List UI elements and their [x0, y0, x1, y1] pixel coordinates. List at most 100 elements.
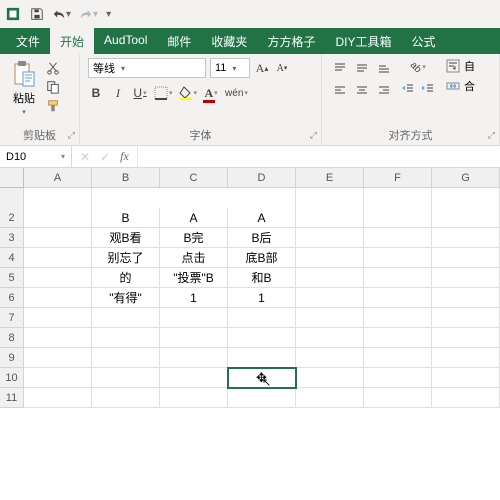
cell[interactable]: B: [92, 208, 160, 228]
col-header[interactable]: F: [364, 168, 432, 188]
cell[interactable]: [24, 368, 92, 388]
cell[interactable]: [432, 288, 500, 308]
cell[interactable]: [432, 268, 500, 288]
underline-button[interactable]: U▾: [132, 84, 148, 102]
cell[interactable]: [160, 348, 228, 368]
cell[interactable]: [296, 288, 364, 308]
row-header[interactable]: 6: [0, 288, 24, 308]
cell[interactable]: 底B部: [228, 248, 296, 268]
cell[interactable]: 的: [92, 268, 160, 288]
decrease-indent-icon[interactable]: [400, 80, 416, 98]
cell[interactable]: [296, 208, 364, 228]
wrap-text-button[interactable]: 自: [446, 58, 475, 74]
font-name-combo[interactable]: 等线▾: [88, 58, 206, 78]
cell[interactable]: [24, 388, 92, 408]
cell[interactable]: [432, 248, 500, 268]
cell[interactable]: 点击: [160, 248, 228, 268]
orientation-icon[interactable]: ab▾: [400, 58, 436, 76]
cell[interactable]: [296, 228, 364, 248]
merge-cells-button[interactable]: 合: [446, 78, 475, 94]
align-top-icon[interactable]: [330, 58, 350, 78]
bold-button[interactable]: B: [88, 84, 104, 102]
row-header[interactable]: 5: [0, 268, 24, 288]
cell[interactable]: [364, 228, 432, 248]
row-header[interactable]: 8: [0, 328, 24, 348]
save-icon[interactable]: [30, 7, 44, 21]
cell[interactable]: [364, 248, 432, 268]
row-header[interactable]: 10: [0, 368, 24, 388]
select-all-corner[interactable]: [0, 168, 24, 188]
cell[interactable]: [92, 348, 160, 368]
phonetic-icon[interactable]: wén▾: [225, 84, 248, 102]
decrease-font-icon[interactable]: A▾: [274, 59, 290, 77]
undo-icon[interactable]: ▾: [52, 8, 71, 20]
cell[interactable]: [364, 388, 432, 408]
cell[interactable]: [24, 228, 92, 248]
cell[interactable]: [364, 368, 432, 388]
italic-button[interactable]: I: [110, 84, 126, 102]
cell[interactable]: [228, 308, 296, 328]
cut-icon[interactable]: [44, 60, 62, 76]
cell[interactable]: [160, 308, 228, 328]
copy-icon[interactable]: [44, 79, 62, 95]
col-header[interactable]: G: [432, 168, 500, 188]
row-header[interactable]: 11: [0, 388, 24, 408]
increase-indent-icon[interactable]: [420, 80, 436, 98]
cell[interactable]: [296, 368, 364, 388]
col-header[interactable]: A: [24, 168, 92, 188]
col-header[interactable]: D: [228, 168, 296, 188]
cell[interactable]: [432, 208, 500, 228]
cell[interactable]: [228, 328, 296, 348]
cell[interactable]: [296, 328, 364, 348]
cell[interactable]: [432, 328, 500, 348]
cell[interactable]: [24, 248, 92, 268]
align-center-icon[interactable]: [352, 80, 372, 100]
cell[interactable]: [364, 348, 432, 368]
tab-diy[interactable]: DIY工具箱: [325, 28, 401, 54]
cell[interactable]: [24, 328, 92, 348]
cell[interactable]: [228, 388, 296, 408]
fill-color-icon[interactable]: ▾: [179, 84, 198, 102]
cell[interactable]: [92, 308, 160, 328]
cell[interactable]: [364, 328, 432, 348]
dialog-launcher-icon[interactable]: ⤢: [68, 130, 75, 141]
cell[interactable]: [160, 368, 228, 388]
cell[interactable]: [296, 268, 364, 288]
align-bottom-icon[interactable]: [374, 58, 394, 78]
active-cell[interactable]: ✥↖: [228, 368, 296, 388]
cell[interactable]: 1: [160, 288, 228, 308]
cell[interactable]: B后: [228, 228, 296, 248]
cell[interactable]: [24, 268, 92, 288]
tab-mail[interactable]: 邮件: [157, 28, 201, 54]
row-header[interactable]: 7: [0, 308, 24, 328]
cell[interactable]: A: [228, 208, 296, 228]
cell[interactable]: 观B看: [92, 228, 160, 248]
worksheet-grid[interactable]: A B C D E F G 1 Excel中删除选区字母的方法 2 B A A …: [0, 168, 500, 408]
align-middle-icon[interactable]: [352, 58, 372, 78]
cell[interactable]: B完: [160, 228, 228, 248]
cell[interactable]: [160, 328, 228, 348]
col-header[interactable]: C: [160, 168, 228, 188]
tab-file[interactable]: 文件: [6, 28, 50, 54]
row-header[interactable]: 9: [0, 348, 24, 368]
align-left-icon[interactable]: [330, 80, 350, 100]
dialog-launcher-icon[interactable]: ⤢: [488, 130, 495, 141]
name-box[interactable]: D10▾: [0, 146, 72, 167]
tab-audtool[interactable]: AudTool: [94, 28, 157, 54]
border-icon[interactable]: ▾: [154, 84, 173, 102]
cell[interactable]: [364, 288, 432, 308]
cell[interactable]: [92, 328, 160, 348]
cell[interactable]: [228, 348, 296, 368]
cell[interactable]: [296, 388, 364, 408]
tab-grid[interactable]: 方方格子: [257, 28, 325, 54]
cell[interactable]: 别忘了: [92, 248, 160, 268]
cell[interactable]: [296, 308, 364, 328]
dialog-launcher-icon[interactable]: ⤢: [310, 130, 317, 141]
row-header[interactable]: 2: [0, 208, 24, 228]
cell[interactable]: [432, 228, 500, 248]
cell[interactable]: [364, 268, 432, 288]
col-header[interactable]: B: [92, 168, 160, 188]
cell[interactable]: [432, 308, 500, 328]
cell[interactable]: [432, 348, 500, 368]
font-size-combo[interactable]: 11▾: [210, 58, 250, 78]
